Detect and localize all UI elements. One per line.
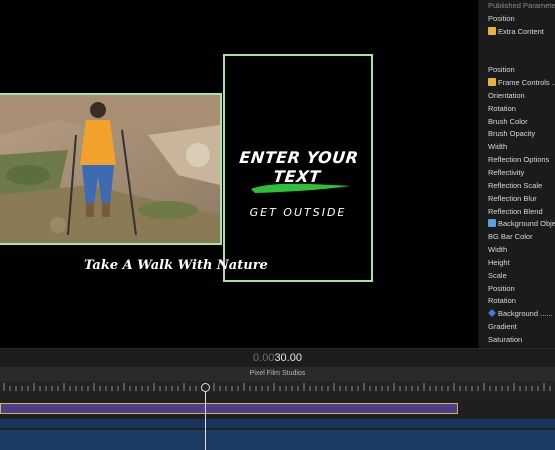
param-label: Reflectivity (488, 167, 525, 177)
timeline-ruler[interactable] (0, 381, 555, 393)
param-label: Reflection Options (488, 155, 550, 165)
param-row[interactable]: Reflection Blur (479, 193, 555, 206)
param-row[interactable] (479, 39, 555, 52)
image-icon (488, 26, 496, 35)
param-label: Background Obje (498, 219, 555, 229)
diamond-icon (488, 309, 496, 318)
param-row[interactable]: Background ...... (479, 308, 555, 321)
param-label: Extra Content (498, 26, 544, 36)
param-label: Reflection Scale (488, 180, 543, 190)
param-row[interactable]: Reflection Scale (479, 180, 555, 193)
param-label: Frame Controls ... (498, 78, 555, 88)
track-area[interactable] (0, 393, 555, 450)
param-label: Reflection Blend (488, 206, 543, 216)
image-icon (488, 78, 496, 87)
param-row[interactable]: Brush Opacity (479, 128, 555, 141)
text-card: ENTER YOUR TEXT GET OUTSIDE (223, 54, 373, 282)
param-row[interactable] (479, 51, 555, 64)
param-row[interactable]: Reflection Options (479, 154, 555, 167)
param-label: Saturation (488, 334, 523, 344)
playhead-handle[interactable] (201, 383, 210, 392)
param-row[interactable]: Reflectivity (479, 167, 555, 180)
shield-icon (488, 219, 496, 228)
param-list: Position Extra Content Position Frame Contr… (479, 13, 555, 348)
param-row[interactable]: Background Obje (479, 218, 555, 231)
timecode-bright: 30.00 (274, 352, 302, 364)
caption-text: Take A Walk With Nature (84, 258, 268, 273)
param-row[interactable]: Orientation (479, 90, 555, 103)
param-label: Width (488, 142, 508, 152)
params-header: Published Parameters (488, 1, 555, 10)
param-row[interactable]: Width (479, 244, 555, 257)
viewer-canvas: ENTER YOUR TEXT GET OUTSIDE Take A Walk … (0, 0, 478, 348)
timecode-dim: 0.00 (253, 352, 275, 364)
timeline-lane[interactable] (0, 430, 555, 450)
brush-stroke (251, 183, 351, 193)
param-label: Brush Opacity (488, 129, 536, 139)
timecode-display[interactable]: 0.0030.00 (0, 348, 555, 367)
param-label: Gradient (488, 322, 517, 332)
param-row[interactable]: Rotation (479, 295, 555, 308)
param-row[interactable]: Extra Content (479, 26, 555, 39)
param-row[interactable]: Saturation (479, 334, 555, 347)
param-row[interactable]: Height (479, 257, 555, 270)
param-label: Brush Color (488, 116, 528, 126)
param-label: Position (488, 65, 515, 75)
param-label: Position (488, 283, 515, 293)
param-label: Position (488, 13, 515, 23)
timeline[interactable]: Pixel Film Studios (0, 367, 555, 450)
param-row[interactable]: Scale (479, 270, 555, 283)
param-row[interactable]: Brush Color (479, 116, 555, 129)
published-parameters-panel: Published Parameters Position Extra Conte… (478, 0, 555, 348)
param-row[interactable]: Position (479, 283, 555, 296)
param-label: BG Bar Color (488, 232, 533, 242)
subline-text: GET OUTSIDE (249, 206, 347, 219)
param-label: Background ...... (498, 309, 553, 319)
timeline-lane[interactable] (0, 419, 555, 428)
param-label: Reflection Blur (488, 193, 537, 203)
param-label: Height (488, 257, 510, 267)
param-row[interactable]: Frame Controls ... (479, 77, 555, 90)
playhead-line[interactable] (205, 383, 206, 450)
timeline-label: Pixel Film Studios (0, 367, 555, 381)
param-row[interactable]: Rotation (479, 103, 555, 116)
timeline-clip[interactable] (0, 403, 458, 414)
param-row[interactable]: Width (479, 141, 555, 154)
param-label: Scale (488, 270, 507, 280)
param-label: Orientation (488, 90, 525, 100)
param-label: Width (488, 245, 508, 255)
param-row[interactable]: BG Bar Color (479, 231, 555, 244)
param-row[interactable]: Position (479, 64, 555, 77)
param-label: Rotation (488, 103, 516, 113)
param-label: Rotation (488, 296, 516, 306)
hiker-photo (0, 93, 222, 245)
param-row[interactable]: Reflection Blend (479, 206, 555, 219)
param-row[interactable]: Position (479, 13, 555, 26)
param-row[interactable]: Gradient (479, 321, 555, 334)
